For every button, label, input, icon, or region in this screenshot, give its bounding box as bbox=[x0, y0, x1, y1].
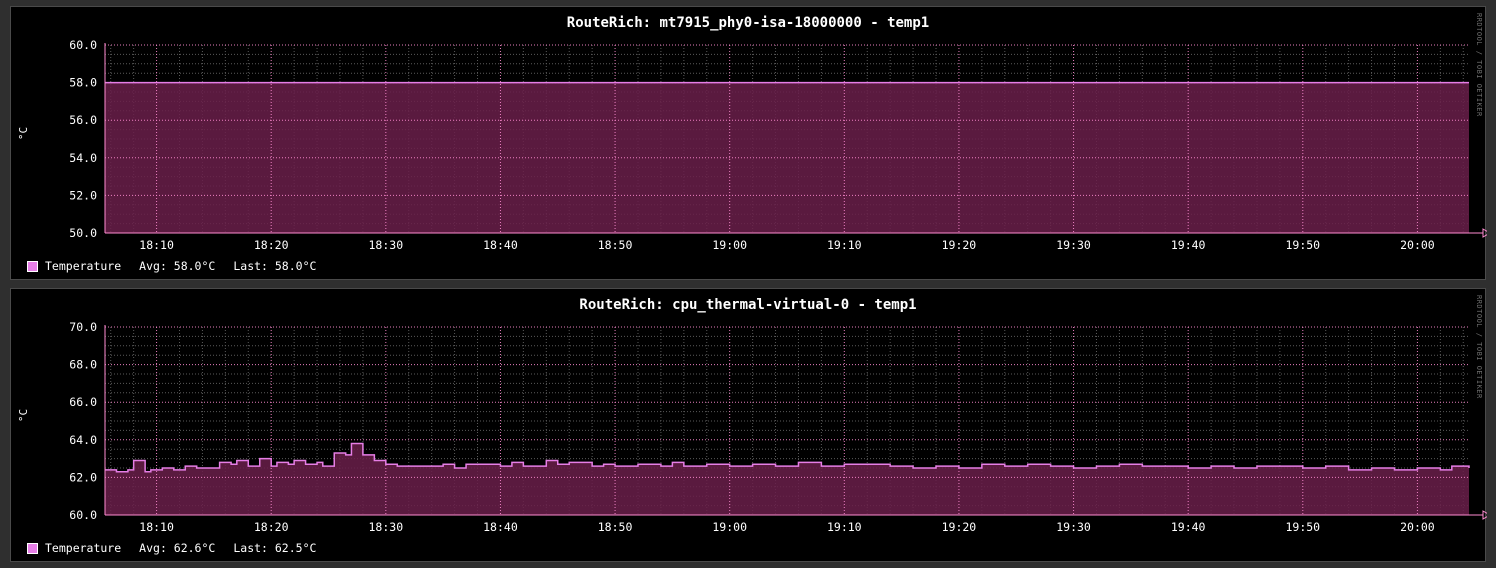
x-axis-arrow bbox=[1482, 228, 1487, 238]
x-tick-label: 19:30 bbox=[1056, 520, 1091, 534]
x-tick-label: 19:50 bbox=[1285, 238, 1320, 252]
temperature-area bbox=[105, 443, 1469, 515]
x-tick-label: 19:20 bbox=[942, 238, 977, 252]
x-tick-label: 18:30 bbox=[369, 520, 404, 534]
y-tick-label: 68.0 bbox=[69, 358, 97, 372]
y-tick-label: 56.0 bbox=[69, 113, 97, 127]
x-tick-label: 18:20 bbox=[254, 238, 289, 252]
x-tick-label: 20:00 bbox=[1400, 238, 1435, 252]
x-tick-label: 19:40 bbox=[1171, 238, 1206, 252]
legend-swatch bbox=[27, 260, 38, 272]
x-tick-label: 18:50 bbox=[598, 520, 633, 534]
x-tick-label: 18:50 bbox=[598, 238, 633, 252]
legend-last: Last: 58.0°C bbox=[233, 259, 317, 273]
chart-plot: 60.0 58.0 56.0 54.0 52.0 50.0 18:10 18:20 18:30 1… bbox=[69, 38, 1487, 252]
graph-cpu-thermal: RouteRich: cpu_thermal-virtual-0 - temp1… bbox=[10, 288, 1487, 562]
legend: Temperature Avg: 58.0°C Last: 58.0°C bbox=[27, 259, 334, 273]
y-tick-label: 50.0 bbox=[69, 226, 97, 240]
x-tick-label: 18:20 bbox=[254, 520, 289, 534]
legend-series-name: Temperature bbox=[45, 259, 122, 273]
y-tick-label: 62.0 bbox=[69, 470, 97, 484]
y-tick-label: 70.0 bbox=[69, 320, 97, 334]
x-tick-label: 18:10 bbox=[139, 520, 174, 534]
x-tick-label: 18:40 bbox=[483, 238, 518, 252]
x-tick-label: 19:10 bbox=[827, 238, 862, 252]
x-tick-label: 19:20 bbox=[942, 520, 977, 534]
x-axis-arrow bbox=[1482, 510, 1487, 520]
legend-last: Last: 62.5°C bbox=[233, 541, 317, 555]
legend: Temperature Avg: 62.6°C Last: 62.5°C bbox=[27, 541, 334, 555]
y-tick-label: 52.0 bbox=[69, 188, 97, 202]
y-tick-label: 66.0 bbox=[69, 395, 97, 409]
x-tick-label: 19:50 bbox=[1285, 520, 1320, 534]
legend-series-name: Temperature bbox=[45, 541, 122, 555]
x-tick-label: 19:10 bbox=[827, 520, 862, 534]
legend-avg: Avg: 58.0°C bbox=[139, 259, 216, 273]
chart-plot: 70.0 68.0 66.0 64.0 62.0 60.0 18:10 18:20 18:30 1… bbox=[69, 320, 1487, 534]
x-tick-label: 19:40 bbox=[1171, 520, 1206, 534]
y-tick-label: 60.0 bbox=[69, 508, 97, 522]
x-tick-label: 18:10 bbox=[139, 238, 174, 252]
y-tick-label: 54.0 bbox=[69, 151, 97, 165]
legend-swatch bbox=[27, 542, 38, 554]
x-tick-label: 18:40 bbox=[483, 520, 518, 534]
graph-mt7915: RouteRich: mt7915_phy0-isa-18000000 - te… bbox=[10, 6, 1487, 280]
x-tick-label: 19:00 bbox=[712, 238, 747, 252]
x-tick-label: 20:00 bbox=[1400, 520, 1435, 534]
x-tick-label: 19:30 bbox=[1056, 238, 1091, 252]
y-tick-label: 64.0 bbox=[69, 433, 97, 447]
y-tick-label: 60.0 bbox=[69, 38, 97, 52]
x-tick-label: 19:00 bbox=[712, 520, 747, 534]
legend-avg: Avg: 62.6°C bbox=[139, 541, 216, 555]
y-tick-label: 58.0 bbox=[69, 76, 97, 90]
x-tick-label: 18:30 bbox=[369, 238, 404, 252]
